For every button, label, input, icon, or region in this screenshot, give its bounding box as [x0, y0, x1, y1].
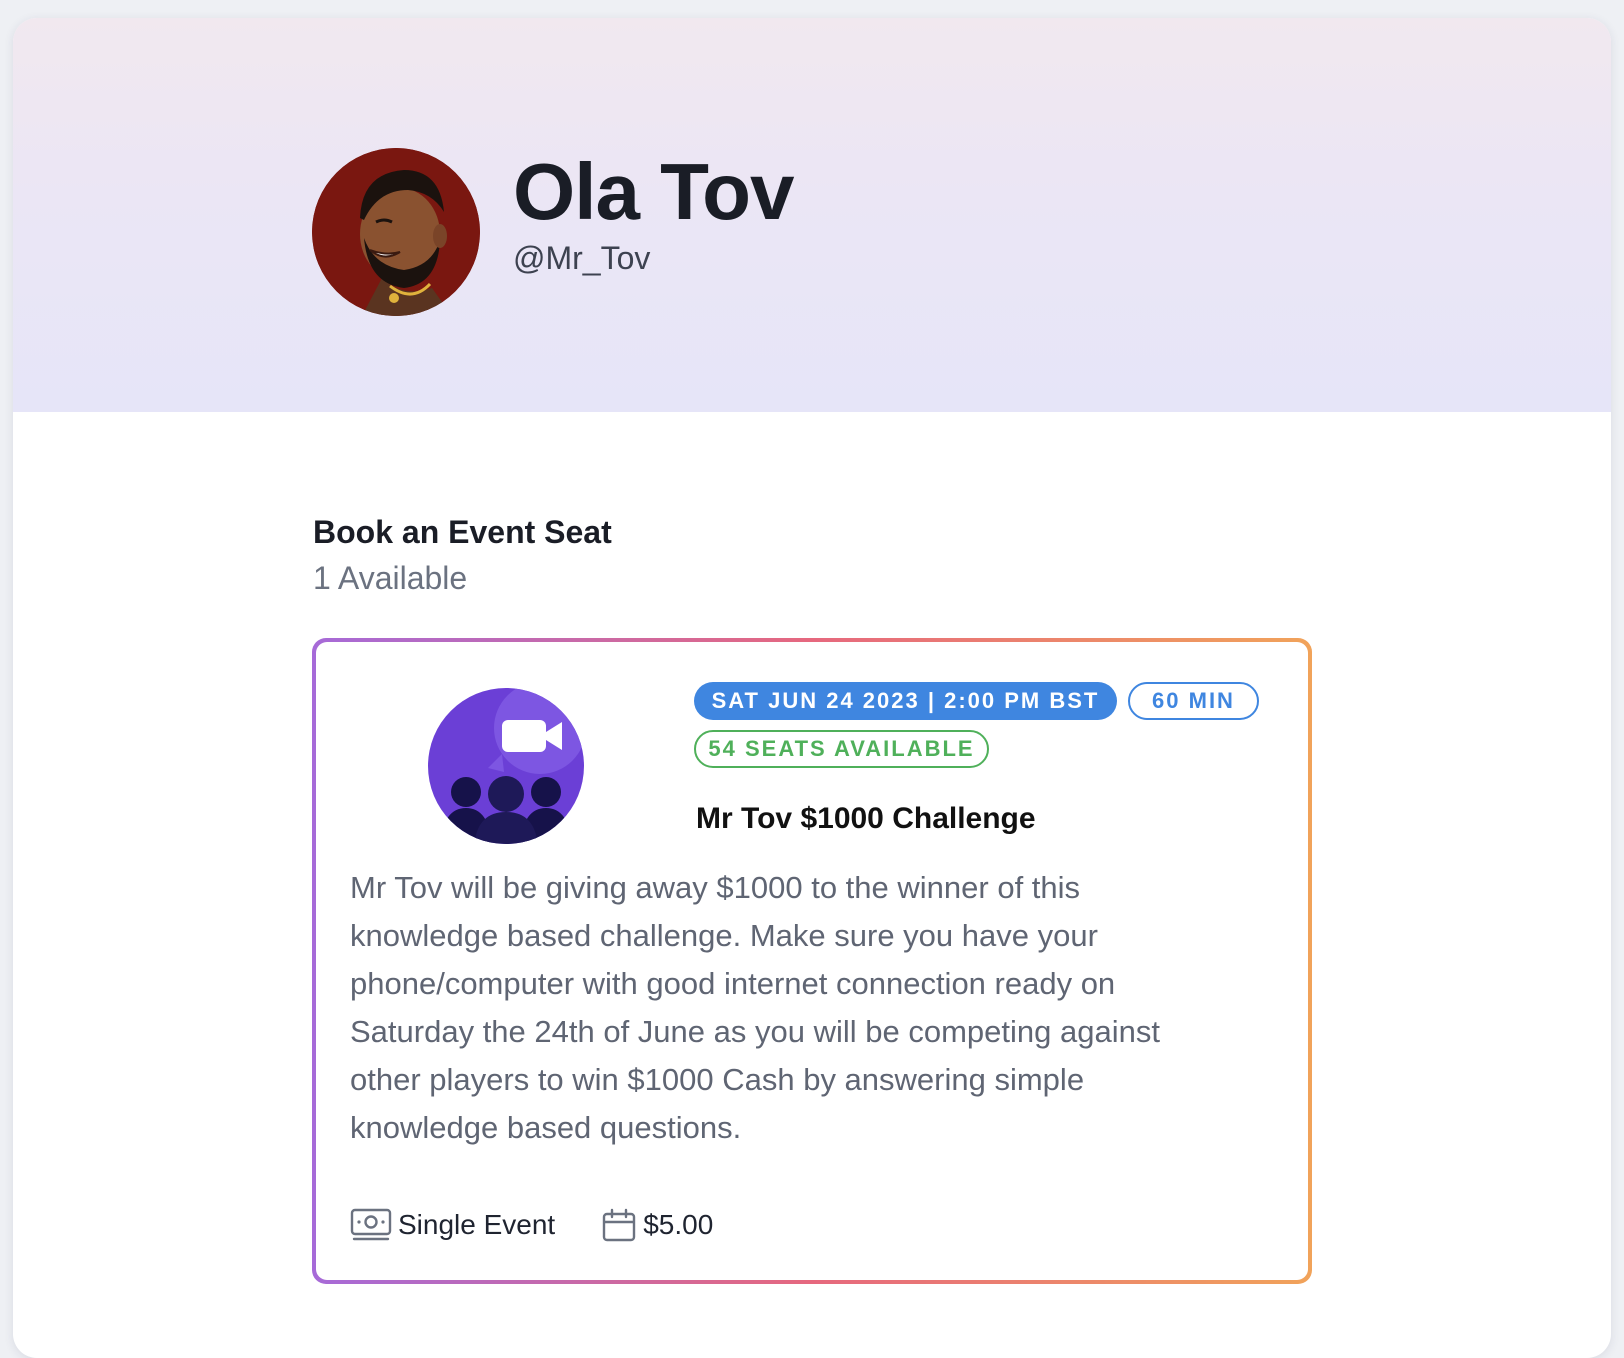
date-badge: SAT JUN 24 2023 | 2:00 PM BST: [694, 682, 1117, 720]
profile-name: Ola Tov: [513, 147, 794, 236]
money-icon: [350, 1208, 392, 1241]
event-type-label: Single Event: [398, 1209, 556, 1240]
profile-handle: @Mr_Tov: [513, 240, 651, 276]
event-price: $5.00: [601, 1207, 713, 1243]
profile-header: Ola Tov @Mr_Tov: [13, 18, 1611, 412]
event-card[interactable]: SAT JUN 24 2023 | 2:00 PM BST 60 MIN 54 …: [312, 638, 1312, 1284]
event-title[interactable]: Mr Tov $1000 Challenge: [696, 802, 1036, 836]
duration-badge: 60 MIN: [1128, 682, 1259, 720]
section-title: Book an Event Seat: [313, 514, 612, 550]
event-card-body: SAT JUN 24 2023 | 2:00 PM BST 60 MIN 54 …: [316, 642, 1308, 1280]
event-price-label: $5.00: [643, 1209, 714, 1240]
avatar: [312, 148, 480, 316]
video-meeting-icon: [428, 688, 584, 844]
event-thumbnail: [350, 675, 666, 887]
profile-page: Ola Tov @Mr_Tov Book an Event Seat 1 Ava…: [13, 18, 1611, 1358]
event-description: Mr Tov will be giving away $1000 to the …: [350, 870, 1160, 1145]
calendar-icon: [603, 1208, 636, 1242]
event-meta: Single Event $5.00: [350, 1207, 713, 1243]
availability-count: 1 Available: [313, 560, 468, 596]
seats-badge: 54 SEATS AVAILABLE: [694, 730, 989, 768]
event-type: Single Event: [350, 1208, 555, 1242]
